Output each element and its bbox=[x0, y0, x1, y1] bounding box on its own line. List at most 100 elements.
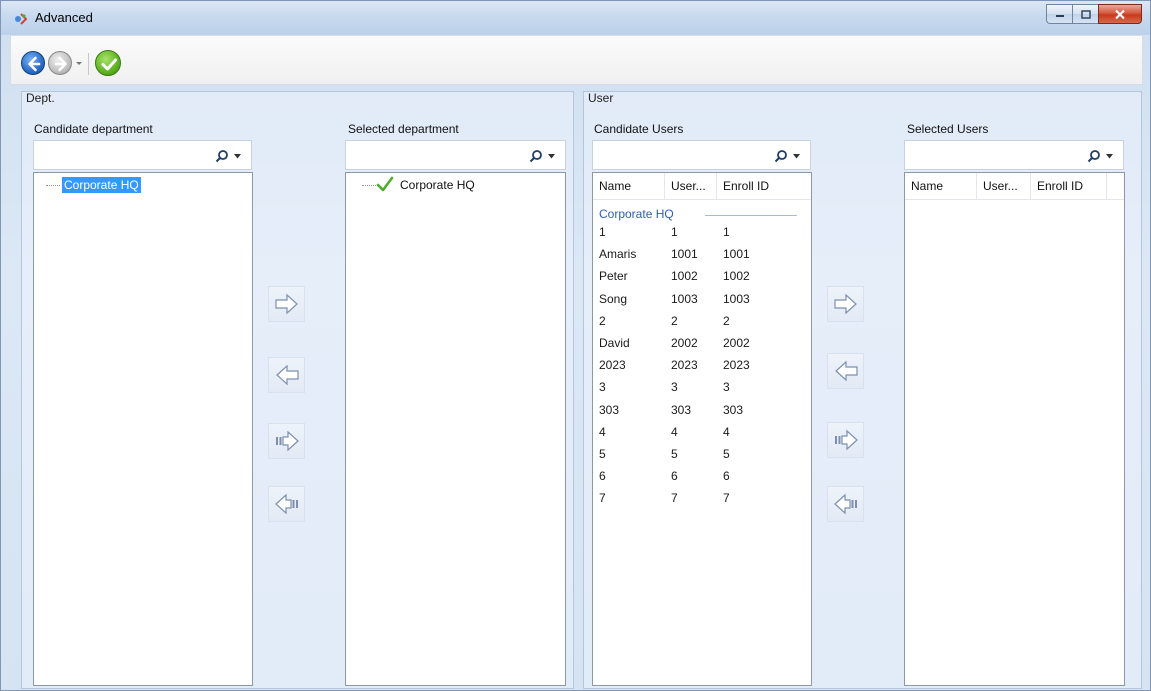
selected-users-search-input[interactable] bbox=[907, 144, 1073, 166]
user-move-all-left-button[interactable] bbox=[827, 486, 864, 522]
cell-name: 6 bbox=[599, 469, 606, 484]
candidate-users-list: Name User... Enroll ID Corporate HQ 1 1 1 A… bbox=[592, 172, 812, 686]
user-group-label: User bbox=[588, 91, 614, 105]
table-row[interactable]: 1 1 1 bbox=[593, 225, 811, 247]
column-header-user[interactable]: User... bbox=[665, 173, 717, 200]
cell-user-number: 4 bbox=[671, 424, 678, 439]
candidate-department-tree: Corporate HQ bbox=[33, 172, 253, 686]
selected-department-label: Selected department bbox=[348, 122, 459, 136]
cell-enroll-id: 5 bbox=[723, 447, 730, 461]
advanced-window: Advanced Dept. Candidate department Corp… bbox=[0, 0, 1151, 691]
toolbar bbox=[10, 35, 1143, 85]
cell-name: 3 bbox=[599, 380, 606, 395]
cell-enroll-id: 4 bbox=[723, 424, 730, 439]
search-icon[interactable] bbox=[1087, 149, 1101, 163]
user-move-right-button[interactable] bbox=[827, 286, 864, 322]
toolbar-separator bbox=[88, 53, 89, 75]
tree-connector bbox=[46, 185, 60, 186]
move-right-icon bbox=[275, 293, 298, 315]
cell-name: 5 bbox=[599, 447, 606, 461]
move-right-icon bbox=[834, 293, 857, 315]
table-row[interactable]: Peter 1002 1002 bbox=[593, 269, 811, 291]
column-header-user[interactable]: User... bbox=[977, 173, 1031, 200]
tree-node-corporate-hq[interactable]: Corporate HQ bbox=[400, 177, 475, 193]
move-all-left-icon bbox=[834, 493, 857, 515]
cell-user-number: 7 bbox=[671, 491, 678, 506]
cell-enroll-id: 3 bbox=[723, 380, 730, 395]
cell-name: David bbox=[599, 336, 630, 350]
back-arrow-icon bbox=[28, 56, 41, 72]
selected-department-search bbox=[345, 140, 566, 170]
cell-name: 1 bbox=[599, 225, 606, 239]
table-row[interactable]: Song 1003 1003 bbox=[593, 292, 811, 314]
selected-department-tree: Corporate HQ bbox=[345, 172, 566, 686]
table-row[interactable]: Amaris 1001 1001 bbox=[593, 247, 811, 269]
user-move-all-right-button[interactable] bbox=[827, 422, 864, 458]
cell-enroll-id: 2023 bbox=[723, 358, 750, 373]
cell-enroll-id: 1003 bbox=[723, 291, 750, 306]
selected-users-header: Name User... Enroll ID bbox=[905, 173, 1124, 200]
forward-button[interactable] bbox=[48, 51, 72, 75]
group-divider bbox=[705, 215, 797, 216]
move-left-icon bbox=[276, 364, 299, 386]
chevron-down-icon[interactable] bbox=[793, 154, 800, 159]
close-icon bbox=[1115, 9, 1125, 19]
cell-enroll-id: 303 bbox=[723, 402, 744, 417]
cell-name: 7 bbox=[599, 491, 606, 506]
table-row[interactable]: 2023 2023 2023 bbox=[593, 358, 811, 380]
tree-node-corporate-hq[interactable]: Corporate HQ bbox=[62, 177, 141, 193]
candidate-users-search bbox=[592, 140, 811, 170]
cell-user-number: 2002 bbox=[671, 336, 698, 350]
table-row[interactable]: 4 4 4 bbox=[593, 425, 811, 447]
cell-user-number: 303 bbox=[671, 402, 692, 417]
minimize-button[interactable] bbox=[1046, 4, 1072, 24]
chevron-down-icon[interactable] bbox=[234, 154, 241, 159]
search-icon[interactable] bbox=[774, 149, 788, 163]
cell-name: 4 bbox=[599, 424, 606, 439]
user-move-left-button[interactable] bbox=[827, 353, 864, 389]
history-dropdown-icon[interactable] bbox=[75, 58, 83, 68]
selected-users-list: Name User... Enroll ID bbox=[904, 172, 1125, 686]
dept-move-all-left-button[interactable] bbox=[268, 486, 305, 522]
search-icon[interactable] bbox=[215, 149, 229, 163]
confirm-button[interactable] bbox=[95, 50, 121, 76]
chevron-down-icon[interactable] bbox=[1106, 154, 1113, 159]
close-button[interactable] bbox=[1098, 4, 1142, 24]
table-row[interactable]: 6 6 6 bbox=[593, 469, 811, 491]
table-row[interactable]: 303 303 303 bbox=[593, 403, 811, 425]
chevron-down-icon[interactable] bbox=[548, 154, 555, 159]
column-header-enroll-id[interactable]: Enroll ID bbox=[717, 173, 809, 200]
cell-user-number: 1001 bbox=[671, 247, 698, 262]
cell-enroll-id: 2002 bbox=[723, 336, 750, 350]
dept-move-left-button[interactable] bbox=[268, 357, 305, 393]
cell-user-number: 2023 bbox=[671, 358, 698, 373]
search-icon[interactable] bbox=[529, 149, 543, 163]
maximize-button[interactable] bbox=[1072, 4, 1098, 24]
cell-enroll-id: 7 bbox=[723, 491, 730, 506]
move-all-right-icon bbox=[276, 430, 299, 452]
selected-department-search-input[interactable] bbox=[348, 144, 515, 166]
dept-move-all-right-button[interactable] bbox=[268, 423, 305, 459]
table-row[interactable]: 5 5 5 bbox=[593, 447, 811, 469]
table-row[interactable]: 2 2 2 bbox=[593, 314, 811, 336]
candidate-department-label: Candidate department bbox=[34, 122, 153, 136]
table-row[interactable]: 7 7 7 bbox=[593, 491, 811, 513]
candidate-users-header: Name User... Enroll ID bbox=[593, 173, 811, 200]
candidate-users-label: Candidate Users bbox=[594, 122, 684, 136]
table-row[interactable]: 3 3 3 bbox=[593, 380, 811, 402]
column-header-name[interactable]: Name bbox=[593, 173, 665, 200]
title-bar: Advanced bbox=[1, 1, 1150, 35]
column-header-name[interactable]: Name bbox=[905, 173, 977, 200]
window-controls bbox=[1046, 4, 1142, 25]
back-button[interactable] bbox=[21, 51, 45, 75]
candidate-department-search-input[interactable] bbox=[36, 144, 201, 166]
dept-move-right-button[interactable] bbox=[268, 286, 305, 322]
cell-user-number: 1003 bbox=[671, 291, 698, 306]
column-header-enroll-id[interactable]: Enroll ID bbox=[1031, 173, 1107, 200]
cell-name: Peter bbox=[599, 269, 628, 284]
move-all-right-icon bbox=[835, 429, 858, 451]
list-group-corporate-hq[interactable]: Corporate HQ bbox=[599, 207, 674, 221]
cell-user-number: 1 bbox=[671, 225, 678, 239]
table-row[interactable]: David 2002 2002 bbox=[593, 336, 811, 358]
candidate-users-search-input[interactable] bbox=[595, 144, 760, 166]
